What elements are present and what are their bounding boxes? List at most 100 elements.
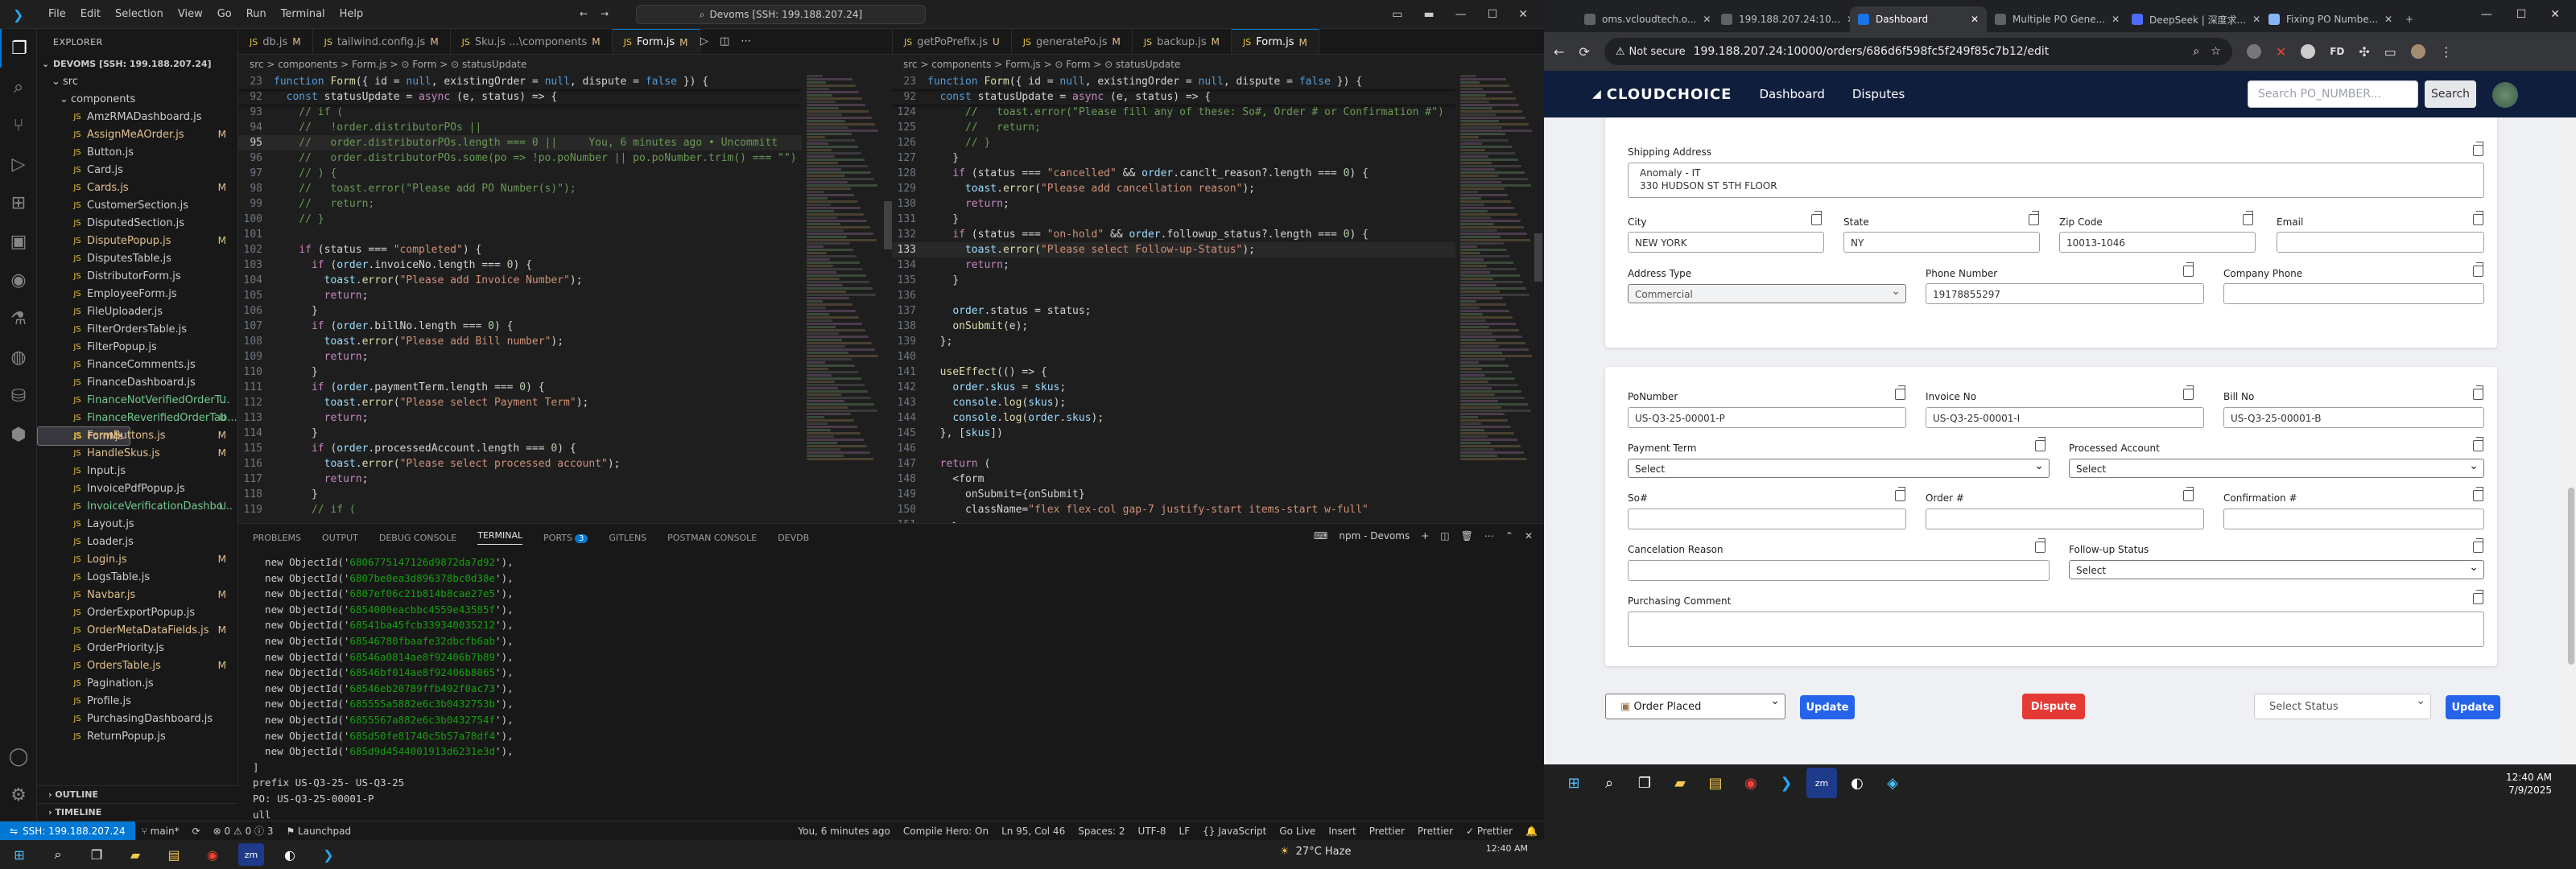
browser-tab[interactable]: Dashboard ✕ bbox=[1850, 6, 1987, 32]
editor-tab[interactable]: JS tailwind.config.js M bbox=[313, 29, 451, 54]
file-item[interactable]: JS FormButtons.js M bbox=[37, 426, 237, 444]
invoice-input[interactable]: US-Q3-25-00001-I bbox=[1926, 407, 2204, 428]
browser-tab[interactable]: Multiple PO Gene... ✕ bbox=[1987, 6, 2124, 32]
confirmation-input[interactable] bbox=[2223, 509, 2484, 529]
code-editor-left[interactable]: 23 function Form({ id = null, existingOrd… bbox=[238, 74, 802, 523]
folder-src[interactable]: ⌄ src bbox=[37, 72, 237, 90]
problems-indicator[interactable]: ⊗ 0 ⚠ 0 ⓘ 3 bbox=[207, 824, 280, 838]
file-item[interactable]: JS InvoiceVerificationDashbo... U bbox=[37, 497, 237, 515]
panel-tab-terminal[interactable]: TERMINAL bbox=[477, 530, 523, 545]
branch-indicator[interactable]: ⑂ main* bbox=[135, 826, 186, 837]
order-status-select[interactable]: ▣ Order Placed bbox=[1605, 694, 1785, 719]
copy-icon[interactable] bbox=[2473, 262, 2483, 277]
browser-tab[interactable]: oms.vcloudtech.o... ✕ bbox=[1576, 6, 1713, 32]
breadcrumb-right[interactable]: src > components > Form.js > ⊙ Form > ⊙ … bbox=[892, 55, 1544, 74]
file-item[interactable]: JS FinanceComments.js bbox=[37, 356, 237, 373]
bookmark-star-icon[interactable]: ☆ bbox=[2211, 45, 2221, 58]
maximize-icon[interactable]: ☐ bbox=[1488, 8, 1498, 21]
file-item[interactable]: JS PurchasingDashboard.js bbox=[37, 710, 237, 727]
minimize-icon[interactable]: — bbox=[1455, 8, 1467, 21]
file-item[interactable]: JS DisputesTable.js bbox=[37, 249, 237, 267]
copy-icon[interactable] bbox=[2473, 142, 2483, 156]
menu-dots-icon[interactable]: ⋮ bbox=[2440, 44, 2453, 60]
panel-tab-problems[interactable]: PROBLEMS bbox=[253, 533, 301, 543]
compile-hero[interactable]: Compile Hero: On bbox=[897, 826, 995, 837]
extension-x-icon[interactable]: ✕ bbox=[2276, 44, 2286, 60]
copy-icon[interactable] bbox=[2183, 262, 2194, 277]
zoom-icon[interactable]: zm bbox=[238, 843, 264, 866]
file-item[interactable]: JS Input.js bbox=[37, 462, 237, 480]
panel-tab-ports[interactable]: PORTS 3 bbox=[543, 533, 588, 543]
prettier-status-2[interactable]: Prettier bbox=[1411, 826, 1459, 837]
zoom-icon[interactable]: zm bbox=[1806, 768, 1837, 798]
file-item[interactable]: JS AssignMeAOrder.js M bbox=[37, 126, 237, 143]
search-icon[interactable]: ⌕ bbox=[1594, 768, 1624, 798]
editor-tab[interactable]: JS Form.js M bbox=[1232, 29, 1319, 54]
menu-go[interactable]: Go bbox=[217, 8, 232, 20]
app-icon[interactable]: ◐ bbox=[1842, 768, 1872, 798]
breadcrumb-left[interactable]: src > components > Form.js > ⊙ Form > ⊙ … bbox=[238, 55, 892, 74]
page-scrollbar[interactable] bbox=[2566, 117, 2576, 800]
editor-tab[interactable]: JS getPoPrefix.js U bbox=[893, 29, 1012, 54]
page-scrollbar-thumb[interactable] bbox=[2568, 488, 2574, 665]
menu-view[interactable]: View bbox=[178, 8, 203, 20]
settings-gear-icon[interactable]: ⚙ bbox=[0, 776, 37, 814]
minimize-icon[interactable]: — bbox=[2481, 8, 2492, 21]
file-item[interactable]: JS DisputePopup.js M bbox=[37, 232, 237, 249]
editor-tab[interactable]: JS Form.js M bbox=[612, 29, 700, 54]
tab-close-icon[interactable]: ✕ bbox=[2384, 14, 2392, 25]
copy-icon[interactable] bbox=[2473, 437, 2483, 451]
purchasing-comment-textarea[interactable] bbox=[1628, 612, 2484, 647]
panel-tab-gitlens[interactable]: GITLENS bbox=[609, 533, 646, 543]
file-item[interactable]: JS FilterPopup.js bbox=[37, 338, 237, 356]
prettier-status-3[interactable]: ✓ Prettier bbox=[1459, 826, 1519, 837]
file-item[interactable]: JS Profile.js bbox=[37, 692, 237, 710]
menu-help[interactable]: Help bbox=[340, 8, 364, 20]
copy-icon[interactable] bbox=[2183, 385, 2194, 400]
file-item[interactable]: JS Login.js M bbox=[37, 550, 237, 568]
copy-icon[interactable] bbox=[2035, 538, 2046, 553]
po-number-input[interactable]: US-Q3-25-00001-P bbox=[1628, 407, 1906, 428]
tab-close-icon[interactable]: ✕ bbox=[1703, 14, 1711, 25]
more-icon[interactable]: ⋯ bbox=[1484, 530, 1494, 542]
copy-icon[interactable] bbox=[1895, 385, 1905, 400]
bill-input[interactable]: US-Q3-25-00001-B bbox=[2223, 407, 2484, 428]
launchpad[interactable]: ⚑ Launchpad bbox=[279, 826, 357, 837]
run-debug-icon[interactable]: ▷ bbox=[0, 145, 37, 183]
menu-edit[interactable]: Edit bbox=[80, 8, 101, 20]
minimap-left[interactable] bbox=[802, 74, 890, 523]
minimap-right[interactable] bbox=[1455, 74, 1544, 523]
search-icon[interactable]: ⌕ bbox=[45, 843, 71, 866]
order-number-input[interactable] bbox=[1926, 509, 2204, 529]
file-item[interactable]: JS InvoicePdfPopup.js bbox=[37, 480, 237, 497]
prettier-status[interactable]: Prettier bbox=[1363, 826, 1411, 837]
testing-icon[interactable]: ⚗ bbox=[0, 299, 37, 338]
close-panel-icon[interactable]: ✕ bbox=[1525, 530, 1533, 542]
store-icon[interactable]: ▤ bbox=[1700, 768, 1731, 798]
file-item[interactable]: JS HandleSkus.js M bbox=[37, 444, 237, 462]
file-item[interactable]: JS Card.js bbox=[37, 161, 237, 179]
editor-tab[interactable]: JS Sku.js ...\components M bbox=[451, 29, 613, 54]
extension-icon[interactable] bbox=[2246, 44, 2261, 59]
windows-start-icon[interactable]: ⊞ bbox=[1558, 768, 1589, 798]
panel-tab-postman-console[interactable]: POSTMAN CONSOLE bbox=[667, 533, 757, 543]
remote-indicator[interactable]: ⇋ SSH: 199.188.207.24 bbox=[0, 821, 135, 841]
file-item[interactable]: JS FileUploader.js bbox=[37, 303, 237, 320]
state-input[interactable]: NY bbox=[1843, 232, 2040, 253]
address-type-select[interactable]: Commercial bbox=[1628, 284, 1906, 303]
file-item[interactable]: JS LogsTable.js bbox=[37, 568, 237, 586]
zoom-magnifier-icon[interactable]: ⌕ bbox=[2193, 45, 2199, 58]
nav-dashboard[interactable]: Dashboard bbox=[1759, 87, 1824, 101]
sync-icon[interactable]: ⟳ bbox=[186, 826, 207, 837]
file-item[interactable]: JS FinanceNotVerifiedOrderT... U bbox=[37, 391, 237, 409]
task-view-icon[interactable]: ❐ bbox=[84, 843, 109, 866]
notifications-icon[interactable]: 🔔 bbox=[1519, 826, 1544, 837]
database-icon[interactable]: ⛁ bbox=[0, 377, 37, 415]
file-item[interactable]: JS DistributorForm.js bbox=[37, 267, 237, 285]
tab-close-icon[interactable]: ✕ bbox=[1971, 14, 1979, 25]
vscode-icon[interactable]: ❯ bbox=[316, 843, 341, 866]
scrollbar-left[interactable] bbox=[884, 201, 892, 249]
file-item[interactable]: JS Layout.js bbox=[37, 515, 237, 533]
dispute-button[interactable]: Dispute bbox=[2022, 694, 2085, 719]
copy-icon[interactable] bbox=[2473, 538, 2483, 553]
